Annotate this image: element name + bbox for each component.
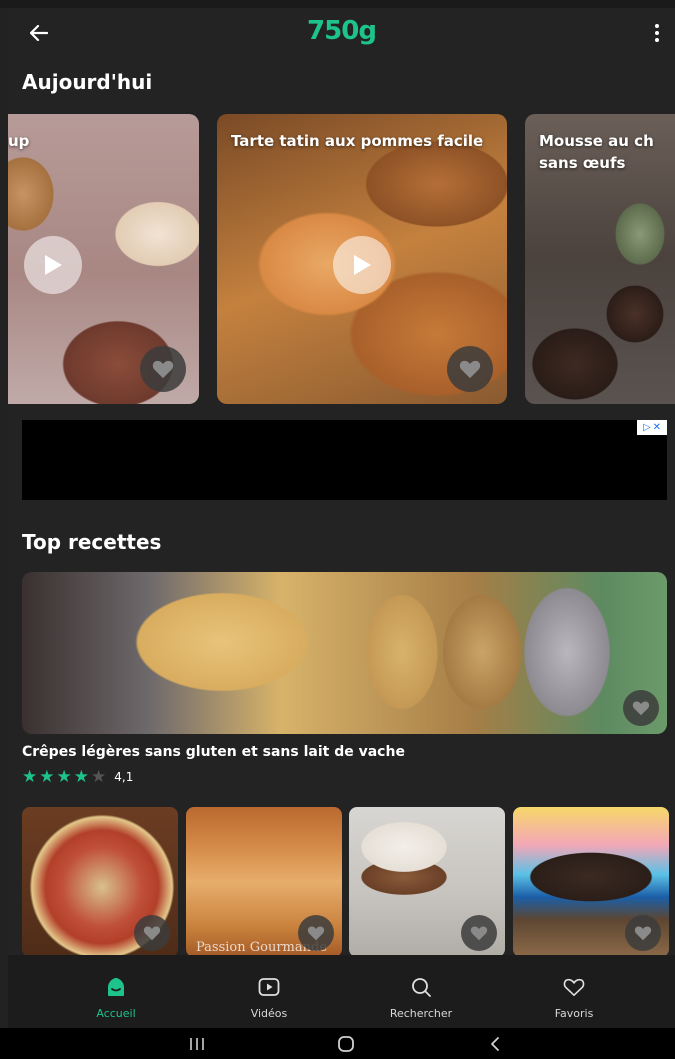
- recipe-thumbnail-galette[interactable]: Passion Gourmande: [186, 807, 342, 957]
- more-vertical-icon: [655, 24, 659, 28]
- star-filled-icon: ★: [73, 766, 89, 787]
- star-empty-icon: ★: [91, 766, 107, 787]
- heart-icon: [634, 926, 652, 941]
- favorite-button[interactable]: [134, 915, 170, 951]
- star-filled-icon: ★: [22, 766, 38, 787]
- system-navigation-bar: [0, 1028, 675, 1059]
- favorite-button[interactable]: [625, 915, 661, 951]
- search-icon: [410, 973, 432, 1001]
- nav-item-videos[interactable]: Vidéos: [194, 955, 344, 1028]
- section-title-today: Aujourd'hui: [22, 70, 153, 94]
- recipe-card-title: Tarte tatin aux pommes facile: [231, 132, 484, 150]
- today-carousel[interactable]: up Tarte tatin aux pommes facile Mousse …: [8, 114, 675, 404]
- heart-icon: [307, 926, 325, 941]
- nav-item-favoris[interactable]: Favoris: [499, 955, 649, 1028]
- favorite-button[interactable]: [298, 915, 334, 951]
- status-bar: [0, 0, 675, 8]
- nav-label: Rechercher: [389, 1007, 453, 1020]
- close-icon[interactable]: ✕: [653, 422, 661, 433]
- recent-apps-button[interactable]: [167, 1028, 227, 1059]
- recipe-thumbnail-smarties-cake[interactable]: [513, 807, 669, 957]
- back-button-icon: [491, 1036, 499, 1051]
- rating: ★ ★ ★ ★ ★ 4,1: [22, 768, 133, 786]
- back-system-button[interactable]: [465, 1028, 525, 1059]
- recipe-thumbnail-pizza[interactable]: [22, 807, 178, 957]
- video-icon: [258, 973, 280, 1001]
- star-filled-icon: ★: [39, 766, 55, 787]
- more-options-button[interactable]: [647, 20, 667, 46]
- ad-banner[interactable]: ▷ ✕: [22, 420, 667, 500]
- adchoices-icon: ▷: [642, 421, 651, 433]
- recipe-card-title: up: [8, 132, 30, 150]
- recipe-thumbnail-cake[interactable]: [349, 807, 505, 957]
- ad-badge[interactable]: ▷ ✕: [637, 420, 667, 435]
- section-title-top-recipes: Top recettes: [22, 530, 162, 554]
- play-button[interactable]: [333, 236, 391, 294]
- bottom-navigation: Accueil Vidéos Rechercher Favoris: [8, 955, 675, 1028]
- recipe-card-1[interactable]: Tarte tatin aux pommes facile: [217, 114, 507, 404]
- star-filled-icon: ★: [56, 766, 72, 787]
- play-icon: [45, 255, 62, 275]
- heart-icon: [470, 926, 488, 941]
- heart-icon: [632, 701, 650, 716]
- recipe-card-0[interactable]: up: [8, 114, 199, 404]
- heart-icon: [459, 360, 481, 379]
- recent-apps-icon: [190, 1037, 204, 1050]
- heart-icon: [152, 360, 174, 379]
- app-screen: 750g Aujourd'hui up Tarte tatin aux pomm…: [8, 8, 675, 1028]
- favorite-button[interactable]: [623, 690, 659, 726]
- nav-item-rechercher[interactable]: Rechercher: [346, 955, 496, 1028]
- favorite-button[interactable]: [140, 346, 186, 392]
- featured-recipe-image[interactable]: [22, 572, 667, 734]
- favorite-button[interactable]: [447, 346, 493, 392]
- favorite-button[interactable]: [461, 915, 497, 951]
- play-icon: [354, 255, 371, 275]
- heart-icon: [563, 973, 585, 1001]
- recipe-card-2[interactable]: Mousse au ch sans œufs: [525, 114, 675, 404]
- nav-item-accueil[interactable]: Accueil: [41, 955, 191, 1028]
- play-button[interactable]: [24, 236, 82, 294]
- recipe-card-title: Mousse au ch sans œufs: [539, 132, 654, 172]
- home-icon: [105, 973, 127, 1001]
- home-button-icon: [338, 1035, 354, 1052]
- app-logo: 750g: [307, 16, 377, 46]
- home-system-button[interactable]: [316, 1028, 376, 1059]
- top-bar: 750g: [8, 8, 675, 58]
- nav-label: Vidéos: [250, 1007, 288, 1020]
- rating-value: 4,1: [114, 770, 134, 784]
- heart-icon: [143, 926, 161, 941]
- featured-recipe-title[interactable]: Crêpes légères sans gluten et sans lait …: [22, 744, 405, 760]
- nav-label: Favoris: [554, 1007, 594, 1020]
- nav-label: Accueil: [96, 1007, 136, 1020]
- top-recipes-thumbnails: Passion Gourmande: [22, 807, 675, 957]
